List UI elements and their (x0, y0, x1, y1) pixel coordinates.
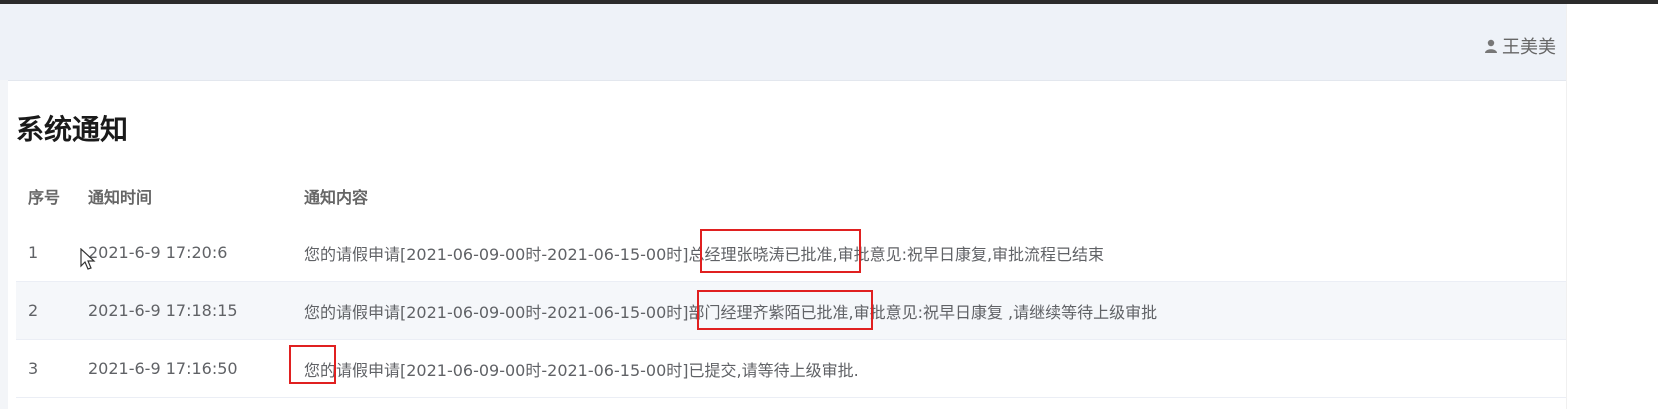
row-index: 1 (28, 243, 39, 262)
table-row[interactable]: 3 2021-6-9 17:16:50 您的请假申请[2021-06-09-00… (16, 340, 1566, 398)
row-index: 2 (28, 301, 39, 320)
table-row[interactable]: 2 2021-6-9 17:18:15 您的请假申请[2021-06-09-00… (16, 282, 1566, 340)
row-time: 2021-6-9 17:16:50 (88, 359, 238, 378)
table-row[interactable]: 1 2021-6-9 17:20:6 您的请假申请[2021-06-09-00时… (16, 224, 1566, 282)
row-content: 您的请假申请[2021-06-09-00时-2021-06-15-00时]总经理… (304, 244, 1105, 264)
notification-table: 序号 通知时间 通知内容 1 2021-6-9 17:20:6 您的请假申请[2… (16, 168, 1566, 398)
column-header-content: 通知内容 (304, 188, 369, 207)
column-header-time: 通知时间 (88, 188, 153, 207)
user-menu[interactable]: 王美美 (1484, 33, 1556, 59)
sidebar-edge (0, 80, 8, 409)
right-panel-edge (1566, 4, 1658, 409)
row-content: 您的请假申请[2021-06-09-00时-2021-06-15-00时]已提交… (304, 360, 859, 380)
user-icon (1485, 39, 1497, 53)
page-title: 系统通知 (16, 113, 129, 146)
row-time: 2021-6-9 17:18:15 (88, 301, 238, 320)
mouse-cursor-icon (80, 248, 96, 270)
row-content: 您的请假申请[2021-06-09-00时-2021-06-15-00时]部门经… (304, 302, 1158, 322)
row-index: 3 (28, 359, 39, 378)
row-time: 2021-6-9 17:20:6 (88, 243, 228, 262)
column-header-index: 序号 (28, 188, 61, 207)
user-name: 王美美 (1502, 37, 1556, 58)
top-header-bar: 王美美 (0, 4, 1566, 81)
table-header: 序号 通知时间 通知内容 (16, 168, 1566, 224)
